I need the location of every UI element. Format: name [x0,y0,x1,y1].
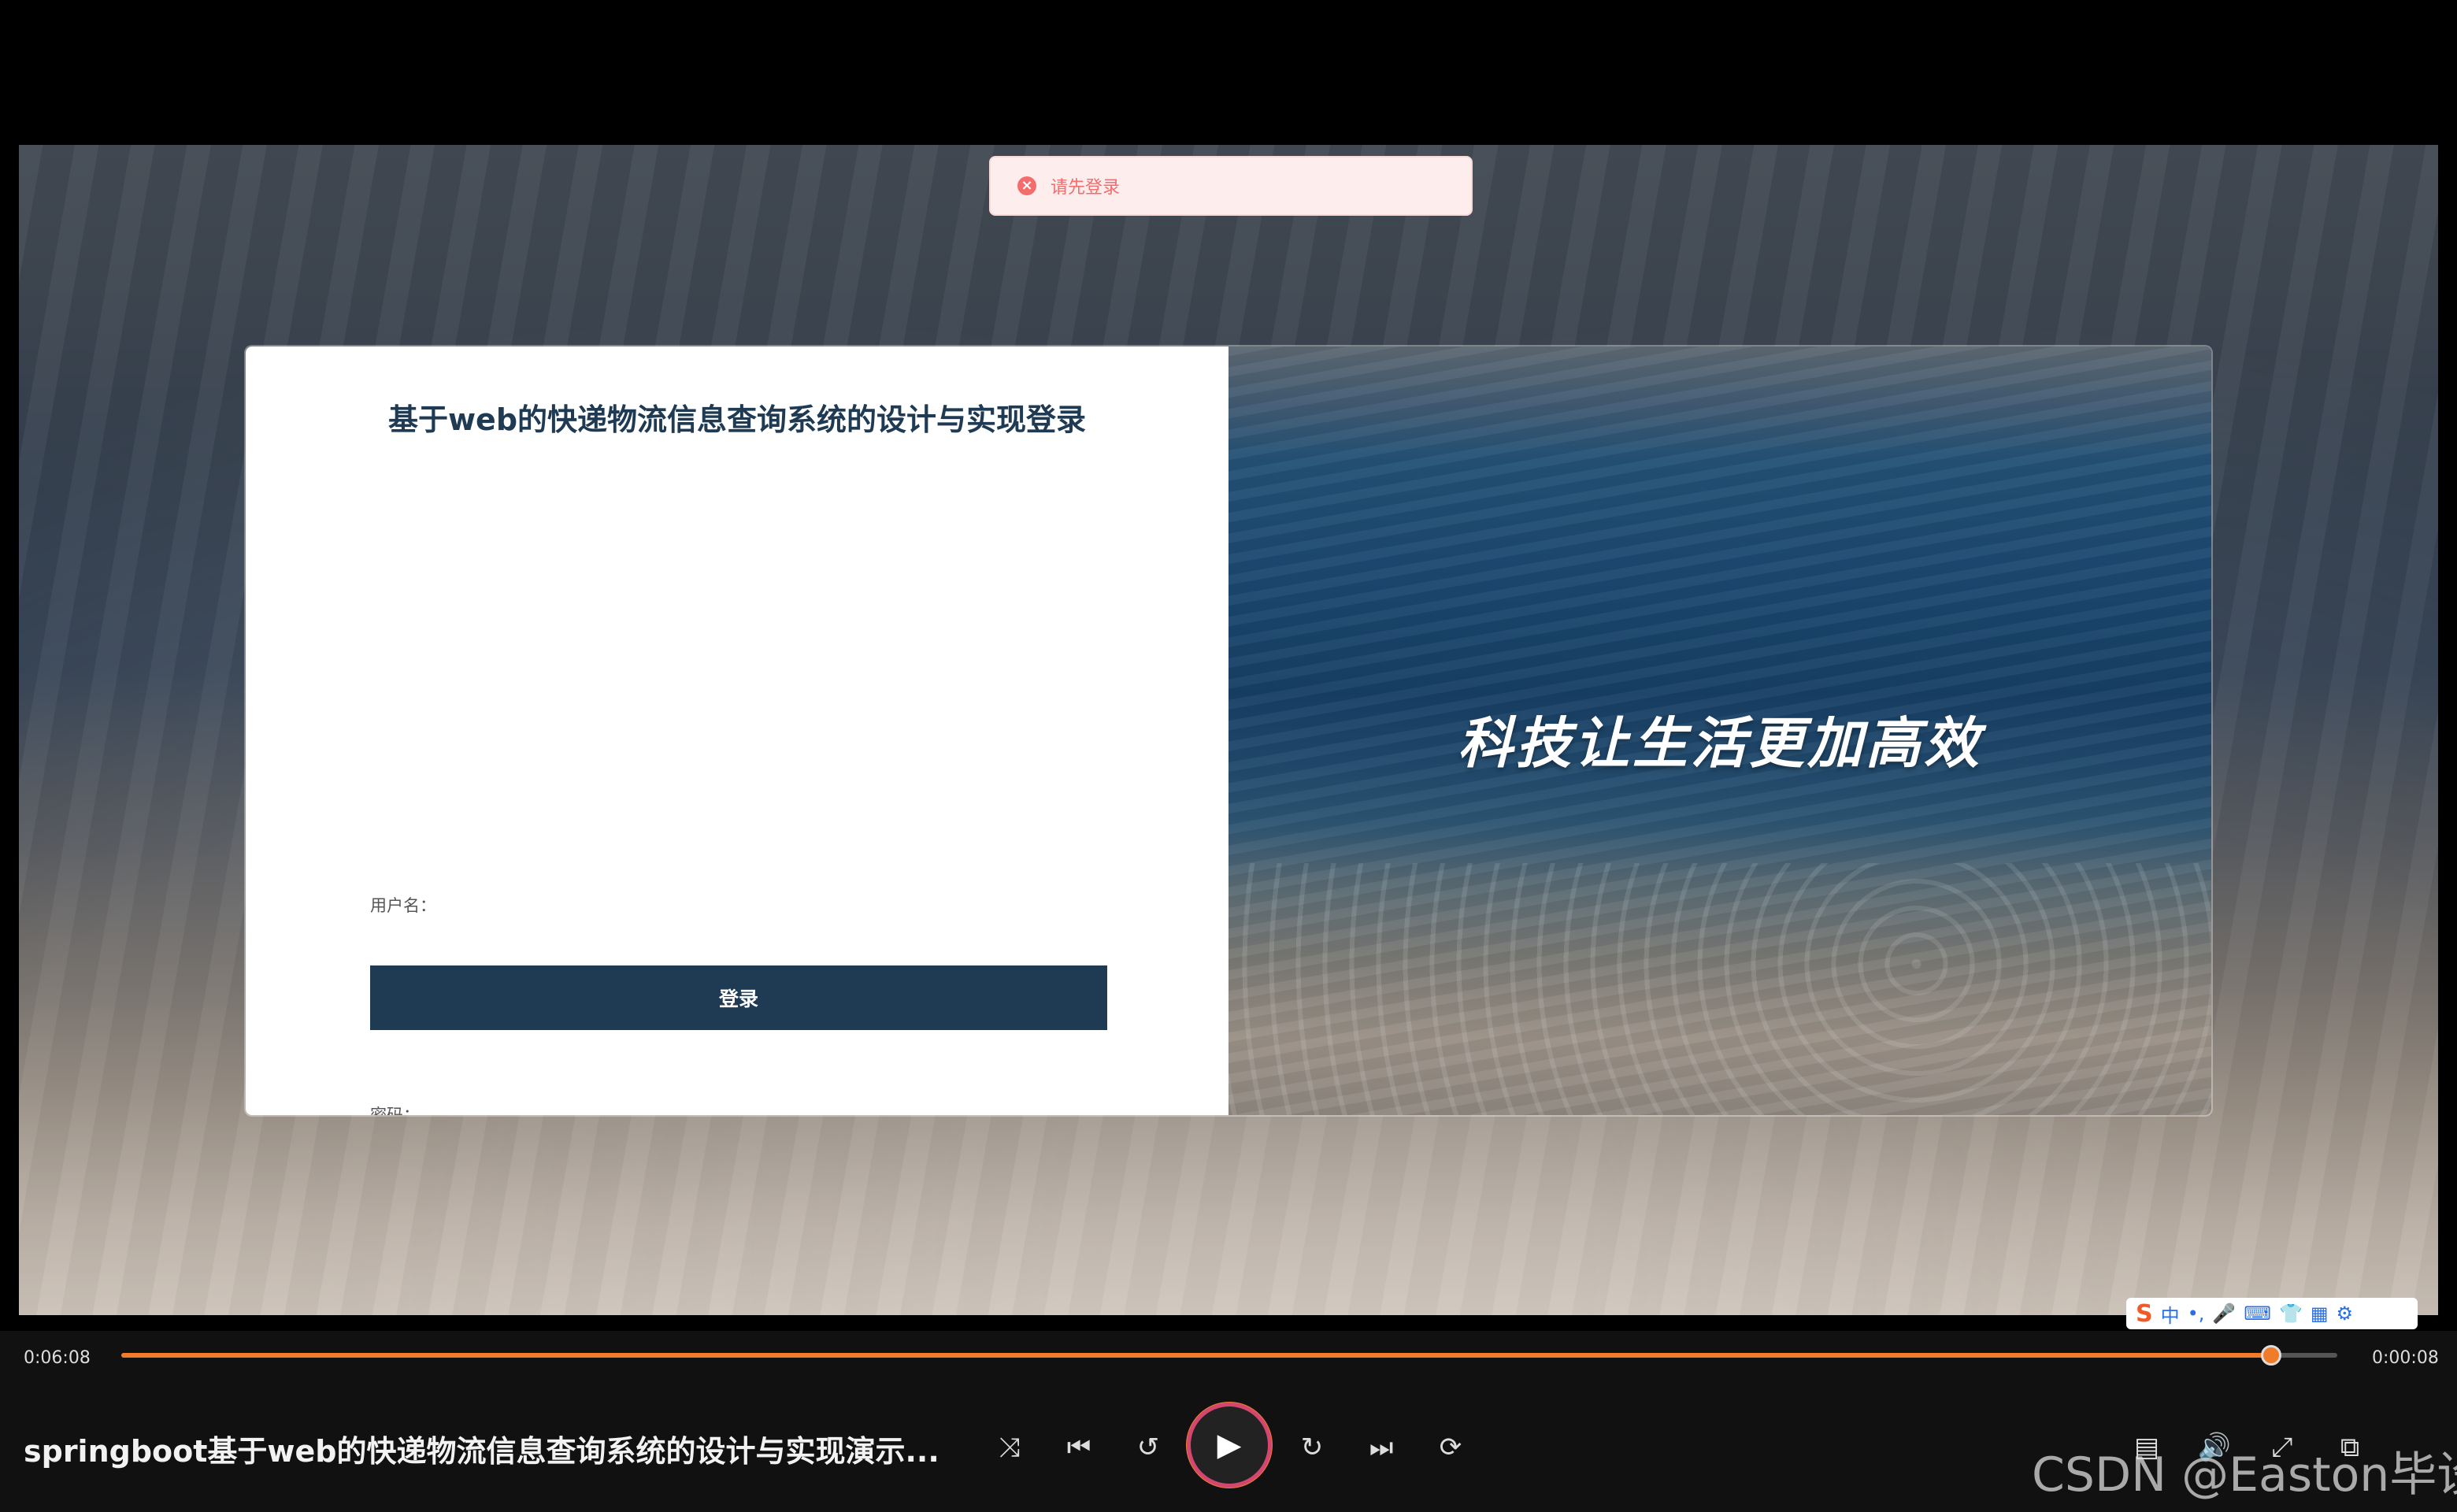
previous-icon[interactable]: ⏮ [1058,1427,1099,1468]
keyboard-icon[interactable]: ⌨ [2244,1303,2271,1325]
microphone-icon[interactable]: 🎤 [2212,1303,2236,1325]
progress-fill [121,1353,2271,1358]
duration: 0:00:08 [2372,1348,2439,1368]
hero-slogan: 科技让生活更加高效 [1458,711,1982,776]
error-toast: × 请先登录 [989,156,1473,216]
toast-message: 请先登录 [1051,178,1121,198]
progress-handle[interactable] [2260,1345,2281,1366]
username-label: 用户名： [370,896,436,915]
repeat-icon[interactable]: ⟳ [1430,1427,1471,1468]
login-form-panel: 基于web的快递物流信息查询系统的设计与实现登录 用户名： 密码： 登录 [246,346,1228,1115]
punctuation-icon[interactable]: •, [2188,1303,2205,1325]
top-black-bar [0,0,2457,139]
apps-icon[interactable]: ▦ [2311,1303,2329,1325]
current-time: 0:06:08 [24,1348,91,1368]
video-title: springboot基于web的快递物流信息查询系统的设计与实现演示... [24,1434,939,1469]
shuffle-icon[interactable]: ⤨ [989,1427,1030,1468]
password-label: 密码： [370,1106,420,1115]
rewind-10-icon[interactable]: ↺ [1128,1427,1169,1468]
forward-30-icon[interactable]: ↻ [1292,1427,1332,1468]
next-icon[interactable]: ⏭ [1361,1427,1402,1468]
ime-mode[interactable]: 中 [2161,1300,2180,1328]
login-title: 基于web的快递物流信息查询系统的设计与实现登录 [387,402,1087,437]
csdn-watermark: CSDN @Easton毕设 [2032,1447,2457,1503]
error-circle-icon: × [1017,176,1036,195]
settings-icon[interactable]: ⚙ [2337,1303,2354,1325]
login-button[interactable]: 登录 [370,965,1107,1030]
skin-icon[interactable]: 👕 [2279,1303,2303,1325]
login-card: 基于web的快递物流信息查询系统的设计与实现登录 用户名： 密码： 登录 科技让… [246,346,2211,1115]
sogou-logo-icon: S [2136,1299,2153,1328]
hero-image-panel: 科技让生活更加高效 [1228,346,2211,1115]
progress-track[interactable] [121,1353,2337,1358]
ime-toolbar[interactable]: S 中 •, 🎤 ⌨ 👕 ▦ ⚙ [2126,1298,2418,1329]
play-button[interactable]: ▶ [1191,1406,1268,1484]
